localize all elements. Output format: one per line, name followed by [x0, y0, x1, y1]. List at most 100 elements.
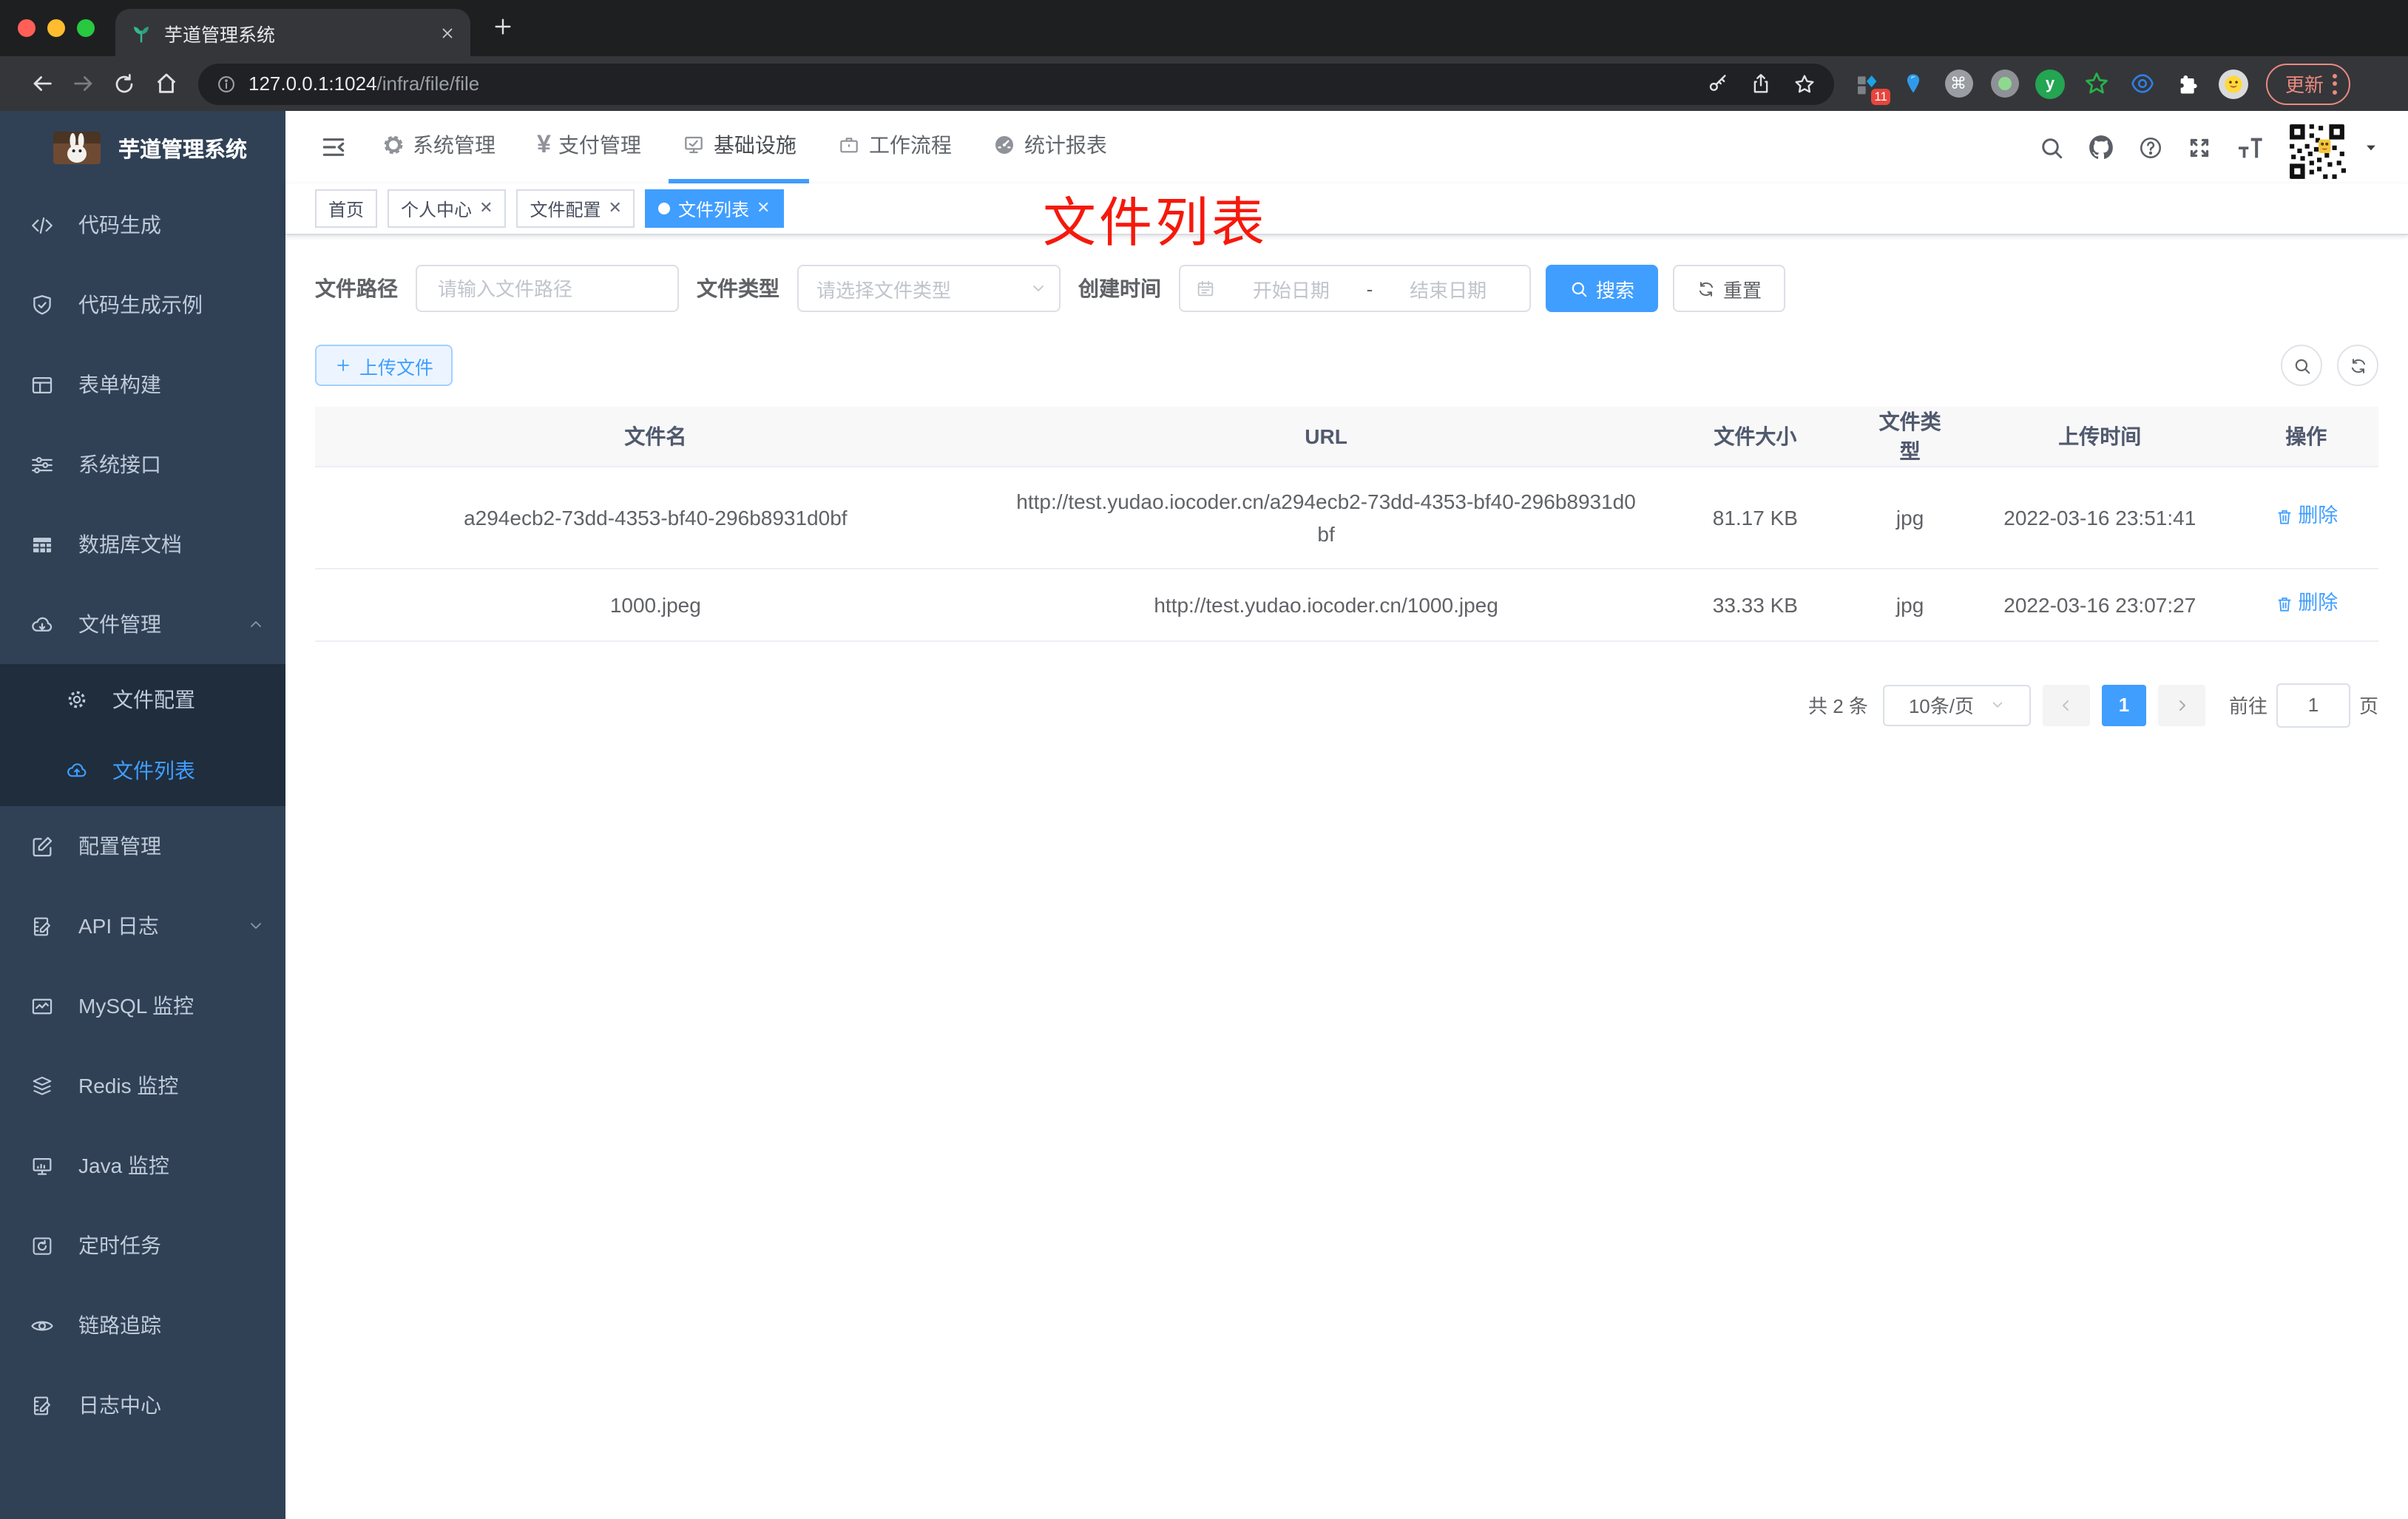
close-tab-icon[interactable] [439, 24, 456, 41]
sidebar-logo[interactable]: 芋道管理系统 [0, 111, 285, 185]
extension-record-icon[interactable] [1989, 69, 2019, 98]
page-number-current[interactable]: 1 [2101, 684, 2146, 725]
minimize-window-button[interactable] [47, 19, 65, 37]
cell-url: http://test.yudao.iocoder.cn/a294ecb2-73… [995, 467, 1657, 569]
url-text[interactable]: 127.0.0.1:1024/infra/file/file [248, 72, 1707, 95]
browser-tab[interactable]: 芋道管理系统 [115, 9, 470, 56]
sidebar-item-mysql-monitor[interactable]: MySQL 监控 [0, 966, 285, 1046]
extension-y-icon[interactable]: y [2035, 69, 2065, 98]
reset-button[interactable]: 重置 [1673, 265, 1786, 312]
back-button[interactable] [21, 63, 62, 104]
tag-profile[interactable]: 个人中心 ✕ [388, 189, 507, 228]
date-range-picker[interactable]: 开始日期 - 结束日期 [1179, 265, 1531, 312]
sidebar-item-java-monitor[interactable]: Java 监控 [0, 1126, 285, 1205]
nav-item-reports[interactable]: 统计报表 [980, 111, 1120, 183]
password-key-icon[interactable] [1707, 72, 1729, 95]
new-tab-button[interactable] [491, 15, 515, 38]
close-window-button[interactable] [18, 19, 35, 37]
tag-home[interactable]: 首页 [315, 189, 378, 228]
sidebar-item-code-demo[interactable]: 代码生成示例 [0, 265, 285, 345]
prev-page-button[interactable] [2042, 684, 2090, 725]
sidebar-item-db-doc[interactable]: 数据库文档 [0, 504, 285, 584]
nav-item-workflow[interactable]: 工作流程 [825, 111, 965, 183]
sidebar-item-log-center[interactable]: 日志中心 [0, 1365, 285, 1445]
collapse-sidebar-button[interactable] [285, 111, 368, 183]
logo-rabbit-image [53, 132, 101, 164]
sidebar-item-redis-monitor[interactable]: Redis 监控 [0, 1046, 285, 1126]
file-path-input[interactable] [435, 276, 660, 301]
cloud-upload-icon [65, 759, 89, 782]
forward-button[interactable] [62, 63, 104, 104]
col-uploadtime: 上传时间 [1965, 407, 2234, 467]
chevron-left-icon [2057, 696, 2075, 714]
profile-avatar-icon[interactable] [2219, 69, 2248, 98]
page-size-select[interactable]: 10条/页 [1882, 684, 2031, 725]
gear-icon [382, 133, 405, 157]
table-icon [30, 532, 55, 557]
address-bar[interactable]: 127.0.0.1:1024/infra/file/file [198, 63, 1834, 104]
sidebar-item-tracing[interactable]: 链路追踪 [0, 1285, 285, 1365]
dashboard-icon [993, 133, 1017, 157]
close-tag-icon[interactable]: ✕ [609, 200, 622, 217]
search-icon [1569, 279, 1589, 298]
file-type-select[interactable]: 请选择文件类型 [797, 265, 1061, 312]
col-filesize: 文件大小 [1656, 407, 1855, 467]
timer-icon [30, 1233, 55, 1258]
caret-down-icon[interactable] [2364, 140, 2378, 155]
nav-item-infrastructure[interactable]: 基础设施 [669, 111, 810, 183]
nav-item-system[interactable]: 系统管理 [368, 111, 509, 183]
sidebar-item-form-builder[interactable]: 表单构建 [0, 345, 285, 424]
extension-grid-icon[interactable]: 11 [1852, 69, 1890, 104]
close-tag-icon[interactable]: ✕ [479, 200, 493, 217]
sidebar-item-config-management[interactable]: 配置管理 [0, 806, 285, 886]
extension-command-icon[interactable]: ⌘ [1944, 69, 1973, 98]
delete-button[interactable]: 删除 [2274, 587, 2338, 620]
toggle-search-button[interactable] [2281, 345, 2322, 386]
fullscreen-icon[interactable] [2186, 134, 2213, 160]
macos-traffic-lights[interactable] [18, 19, 95, 37]
top-nav: 系统管理 ¥ 支付管理 基础设施 工作流程 统计报表 [368, 111, 1120, 183]
browser-menu-icon[interactable] [2333, 73, 2338, 94]
close-tag-icon[interactable]: ✕ [757, 200, 770, 217]
cell-filename: a294ecb2-73dd-4353-bf40-296b8931d0bf [315, 467, 996, 569]
code-icon [30, 212, 55, 237]
sidebar-item-api-log[interactable]: API 日志 [0, 886, 285, 966]
bookmark-star-icon[interactable] [1793, 72, 1816, 95]
tag-file-config[interactable]: 文件配置 ✕ [516, 189, 635, 228]
next-page-button[interactable] [2157, 684, 2205, 725]
extensions-puzzle-icon[interactable] [2173, 69, 2202, 98]
sidebar-item-system-api[interactable]: 系统接口 [0, 424, 285, 504]
delete-button[interactable]: 删除 [2274, 501, 2338, 533]
github-icon[interactable] [2087, 133, 2115, 161]
goto-page-input[interactable] [2276, 683, 2350, 727]
extension-lens-icon[interactable] [2127, 69, 2157, 98]
user-avatar-qr[interactable] [2287, 121, 2347, 182]
font-size-icon[interactable] [2235, 132, 2265, 162]
sidebar-item-file-management[interactable]: 文件管理 [0, 584, 285, 664]
home-button[interactable] [145, 63, 186, 104]
reload-button[interactable] [104, 63, 145, 104]
cloud-download-icon [30, 612, 55, 637]
start-date-placeholder[interactable]: 开始日期 [1225, 274, 1358, 302]
col-filename: 文件名 [315, 407, 996, 467]
sidebar-item-scheduled-tasks[interactable]: 定时任务 [0, 1205, 285, 1285]
share-icon[interactable] [1750, 72, 1772, 95]
calendar-icon [1195, 278, 1216, 299]
zoom-window-button[interactable] [77, 19, 95, 37]
site-info-icon[interactable] [216, 73, 237, 94]
chrome-update-button[interactable]: 更新 [2266, 63, 2351, 104]
nav-item-payment[interactable]: ¥ 支付管理 [524, 111, 655, 183]
sidebar-item-file-config[interactable]: 文件配置 [0, 664, 285, 735]
sidebar-item-code-gen[interactable]: 代码生成 [0, 185, 285, 265]
search-icon[interactable] [2038, 134, 2065, 160]
sidebar-item-file-list[interactable]: 文件列表 [0, 735, 285, 806]
refresh-table-button[interactable] [2337, 345, 2378, 386]
help-icon[interactable] [2137, 134, 2164, 160]
extension-balloon-icon[interactable] [1898, 69, 1927, 98]
table-row: 1000.jpeg http://test.yudao.iocoder.cn/1… [315, 569, 2378, 641]
extension-star-icon[interactable] [2081, 69, 2111, 98]
upload-file-button[interactable]: 上传文件 [315, 345, 453, 386]
search-button[interactable]: 搜索 [1546, 265, 1659, 312]
end-date-placeholder[interactable]: 结束日期 [1381, 274, 1515, 302]
tag-file-list[interactable]: 文件列表 ✕ [645, 189, 784, 228]
